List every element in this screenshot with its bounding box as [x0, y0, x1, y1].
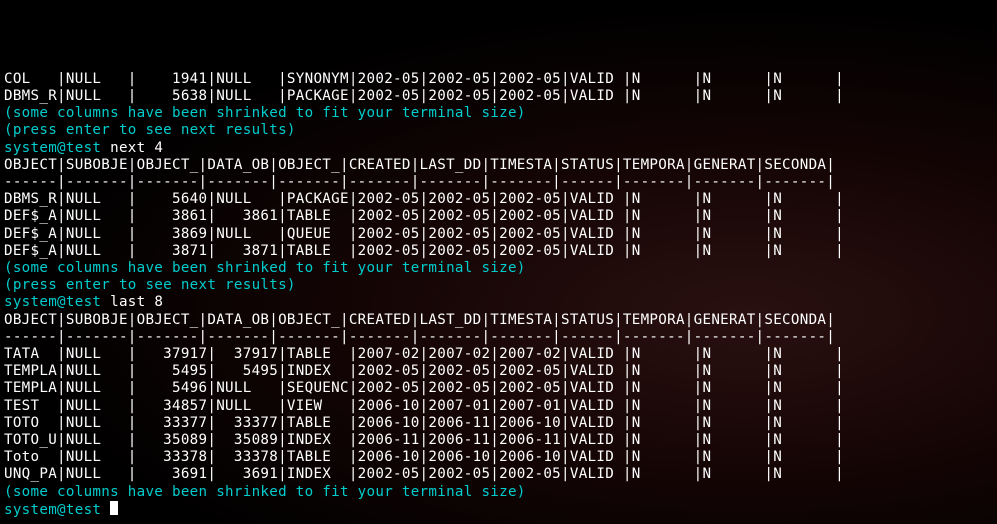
table-row: TOTO_U|NULL | 35089| 35089|INDEX |2006-1… — [4, 432, 844, 448]
table-header: OBJECT|SUBOBJE|OBJECT_|DATA_OB|OBJECT_|C… — [4, 157, 835, 173]
terminal-line: OBJECT|SUBOBJE|OBJECT_|DATA_OB|OBJECT_|C… — [4, 157, 993, 174]
msg-shrinked: (some columns have been shrinked to fit … — [4, 484, 526, 500]
table-divider: ------|-------|-------|-------|-------|-… — [4, 174, 835, 190]
terminal-line: (press enter to see next results) — [4, 277, 993, 294]
terminal-line: system@test last 8 — [4, 294, 993, 311]
terminal-line: COL |NULL | 1941|NULL |SYNONYM|2002-05|2… — [4, 71, 993, 88]
prompt-prefix: system@test — [4, 502, 101, 518]
terminal[interactable]: COL |NULL | 1941|NULL |SYNONYM|2002-05|2… — [0, 69, 997, 521]
terminal-line: TEST |NULL | 34857|NULL |VIEW |2006-10|2… — [4, 398, 993, 415]
msg-press-enter: (press enter to see next results) — [4, 122, 296, 138]
prompt-prefix: system@test — [4, 294, 101, 310]
terminal-line[interactable]: system@test — [4, 501, 993, 519]
terminal-line: OBJECT|SUBOBJE|OBJECT_|DATA_OB|OBJECT_|C… — [4, 312, 993, 329]
terminal-line: DEF$_A|NULL | 3871| 3871|TABLE |2002-05|… — [4, 243, 993, 260]
msg-shrinked: (some columns have been shrinked to fit … — [4, 105, 526, 121]
terminal-line: UNQ_PA|NULL | 3691| 3691|INDEX |2002-05|… — [4, 466, 993, 483]
terminal-line: TEMPLA|NULL | 5495| 5495|INDEX |2002-05|… — [4, 363, 993, 380]
terminal-line: TOTO |NULL | 33377| 33377|TABLE |2006-10… — [4, 415, 993, 432]
table-header: OBJECT|SUBOBJE|OBJECT_|DATA_OB|OBJECT_|C… — [4, 312, 835, 328]
table-row: TEMPLA|NULL | 5496|NULL |SEQUENC|2002-05… — [4, 380, 844, 396]
terminal-line: system@test next 4 — [4, 140, 993, 157]
table-row: DEF$_A|NULL | 3871| 3871|TABLE |2002-05|… — [4, 243, 844, 259]
command-text: last 8 — [101, 294, 163, 310]
table-row: TEST |NULL | 34857|NULL |VIEW |2006-10|2… — [4, 398, 844, 414]
terminal-line: DBMS_R|NULL | 5638|NULL |PACKAGE|2002-05… — [4, 88, 993, 105]
table-row: TOTO |NULL | 33377| 33377|TABLE |2006-10… — [4, 415, 844, 431]
table-row: TATA |NULL | 37917| 37917|TABLE |2007-02… — [4, 346, 844, 362]
terminal-line: TEMPLA|NULL | 5496|NULL |SEQUENC|2002-05… — [4, 380, 993, 397]
table-row: DBMS_R|NULL | 5638|NULL |PACKAGE|2002-05… — [4, 88, 844, 104]
terminal-line: DEF$_A|NULL | 3861| 3861|TABLE |2002-05|… — [4, 208, 993, 225]
msg-press-enter: (press enter to see next results) — [4, 277, 296, 293]
terminal-line: ------|-------|-------|-------|-------|-… — [4, 329, 993, 346]
table-row: TEMPLA|NULL | 5495| 5495|INDEX |2002-05|… — [4, 363, 844, 379]
table-row: DBMS_R|NULL | 5640|NULL |PACKAGE|2002-05… — [4, 191, 844, 207]
terminal-line: Toto |NULL | 33378| 33378|TABLE |2006-10… — [4, 449, 993, 466]
cursor-icon[interactable] — [110, 501, 118, 515]
command-text: next 4 — [101, 140, 163, 156]
table-row: DEF$_A|NULL | 3869|NULL |QUEUE |2002-05|… — [4, 226, 844, 242]
table-divider: ------|-------|-------|-------|-------|-… — [4, 329, 835, 345]
table-row: COL |NULL | 1941|NULL |SYNONYM|2002-05|2… — [4, 71, 844, 87]
table-row: Toto |NULL | 33378| 33378|TABLE |2006-10… — [4, 449, 844, 465]
msg-shrinked: (some columns have been shrinked to fit … — [4, 260, 526, 276]
terminal-line: (some columns have been shrinked to fit … — [4, 105, 993, 122]
terminal-line: TATA |NULL | 37917| 37917|TABLE |2007-02… — [4, 346, 993, 363]
terminal-line: (press enter to see next results) — [4, 122, 993, 139]
terminal-line: ------|-------|-------|-------|-------|-… — [4, 174, 993, 191]
terminal-line: (some columns have been shrinked to fit … — [4, 260, 993, 277]
terminal-line: TOTO_U|NULL | 35089| 35089|INDEX |2006-1… — [4, 432, 993, 449]
prompt-prefix: system@test — [4, 140, 101, 156]
terminal-line: DBMS_R|NULL | 5640|NULL |PACKAGE|2002-05… — [4, 191, 993, 208]
table-row: DEF$_A|NULL | 3861| 3861|TABLE |2002-05|… — [4, 208, 844, 224]
terminal-line: (some columns have been shrinked to fit … — [4, 484, 993, 501]
terminal-line: DEF$_A|NULL | 3869|NULL |QUEUE |2002-05|… — [4, 226, 993, 243]
table-row: UNQ_PA|NULL | 3691| 3691|INDEX |2002-05|… — [4, 466, 844, 482]
